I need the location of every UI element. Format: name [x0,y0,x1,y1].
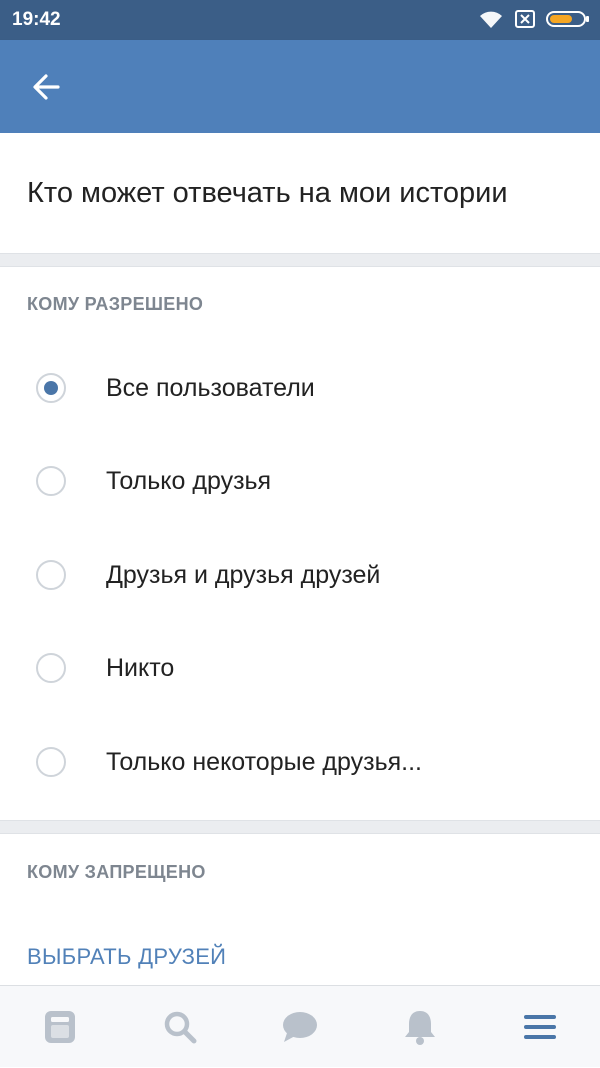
status-time: 19:42 [12,9,61,30]
option-label: Только друзья [106,467,272,495]
radio-button-checked[interactable] [36,373,66,403]
section-divider [0,820,600,834]
radio-button[interactable] [36,653,66,683]
battery-icon [546,11,589,27]
option-some-friends[interactable]: Только некоторые друзья... [0,724,600,804]
tab-news[interactable] [0,986,120,1068]
radio-button[interactable] [36,560,66,590]
tab-notifications[interactable] [360,986,480,1068]
sim-off-icon [515,10,535,28]
radio-button[interactable] [36,747,66,777]
option-label: Все пользователи [106,374,315,402]
option-label: Никто [106,654,175,682]
arrow-left-icon [33,74,60,100]
section-divider [0,253,600,267]
tab-search[interactable] [120,986,240,1068]
allowed-section-header: КОМУ РАЗРЕШЕНО [27,294,204,314]
wifi-icon [480,11,502,28]
select-friends-button[interactable]: ВЫБРАТЬ ДРУЗЕЙ [27,944,226,970]
option-label: Только некоторые друзья... [106,748,423,776]
option-friends-of-friends[interactable]: Друзья и друзья друзей [0,537,600,617]
tab-messages[interactable] [240,986,360,1068]
notifications-icon [405,1011,435,1045]
status-bar: 19:42 [0,0,600,40]
bottom-tab-bar [0,985,600,1067]
option-label: Друзья и друзья друзей [106,561,381,589]
page-title-block: Кто может отвечать на мои истории [0,133,600,253]
option-nobody[interactable]: Никто [0,630,600,710]
messages-icon [283,1012,317,1042]
radio-button[interactable] [36,466,66,496]
back-button[interactable] [22,64,72,110]
status-icons [478,8,590,30]
search-icon [164,1011,197,1044]
app-bar [0,40,600,133]
denied-section-header: КОМУ ЗАПРЕЩЕНО [27,862,206,882]
news-icon [45,1011,75,1043]
tab-menu[interactable] [480,986,600,1068]
option-only-friends[interactable]: Только друзья [0,443,600,523]
radio-dot [44,381,58,395]
page-title: Кто может отвечать на мои истории [27,177,508,209]
menu-icon [524,1015,556,1039]
option-all-users[interactable]: Все пользователи [0,350,600,430]
